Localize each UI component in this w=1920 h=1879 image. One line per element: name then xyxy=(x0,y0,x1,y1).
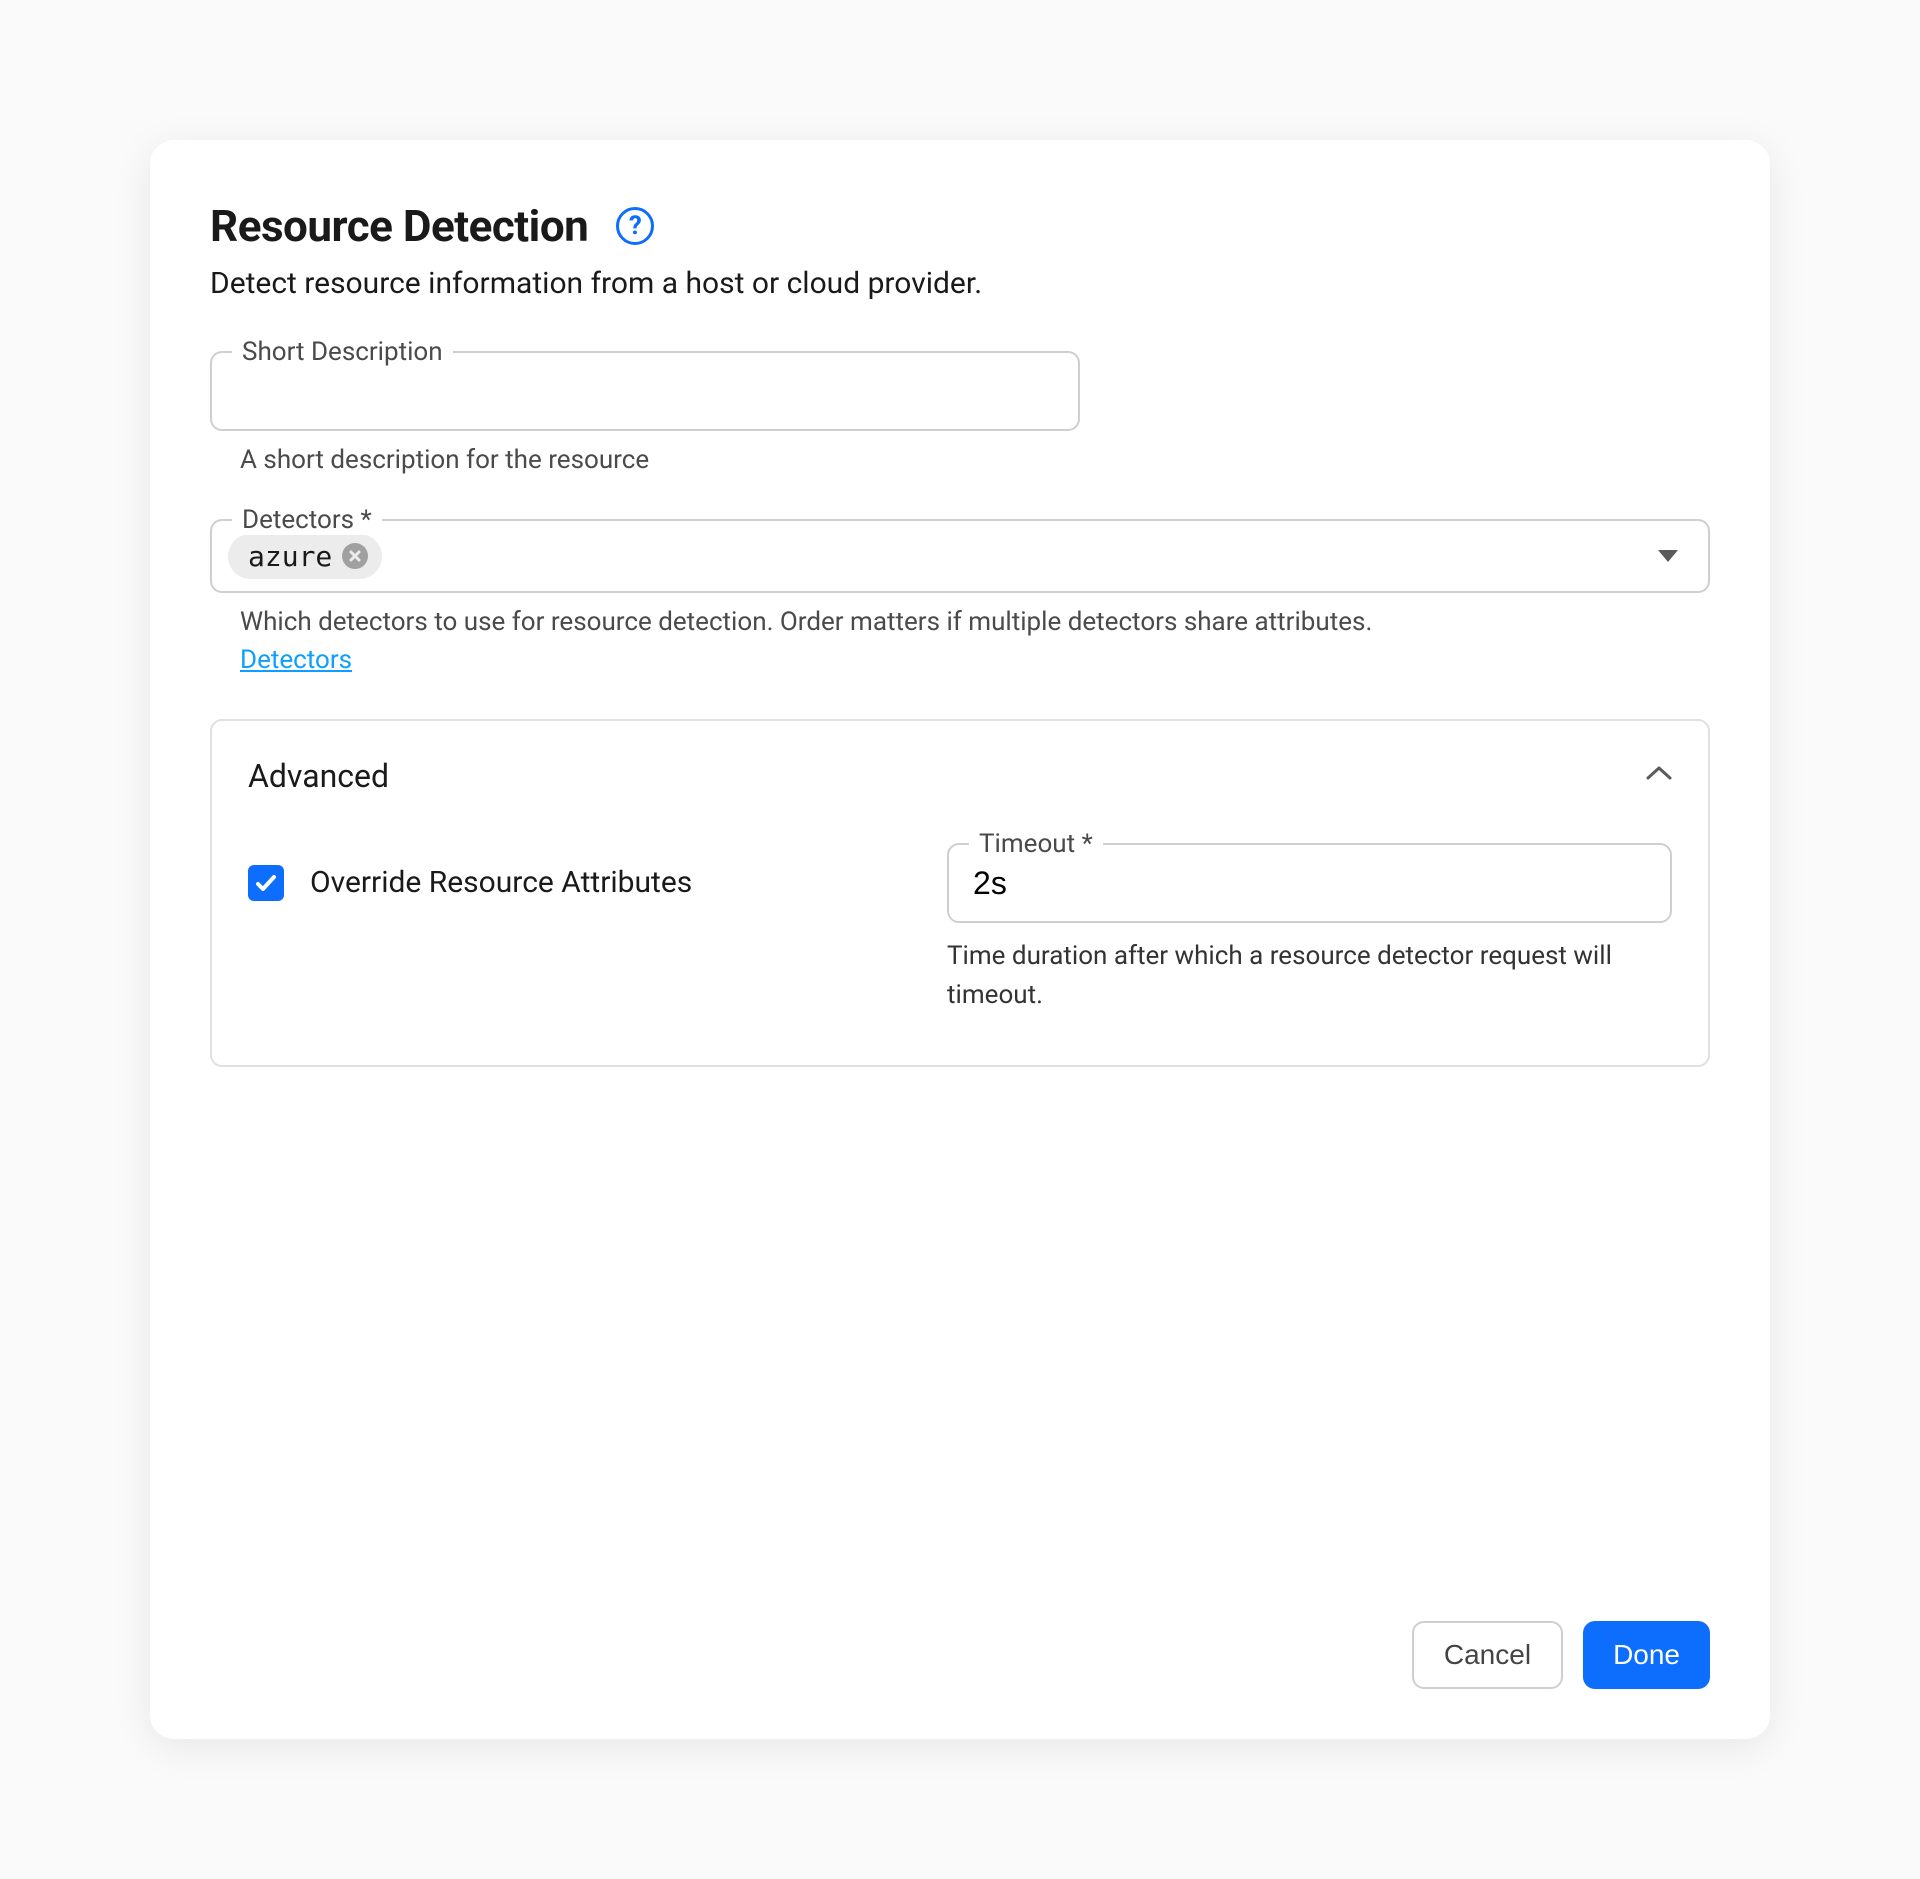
override-checkbox[interactable] xyxy=(248,865,284,901)
dialog-footer: Cancel Done xyxy=(210,1581,1710,1689)
advanced-title: Advanced xyxy=(248,757,389,795)
title-row: Resource Detection ? xyxy=(210,200,1710,252)
detectors-link[interactable]: Detectors xyxy=(240,645,352,675)
short-description-label: Short Description xyxy=(232,337,453,367)
dialog-subtitle: Detect resource information from a host … xyxy=(210,266,1710,301)
dropdown-arrow-icon[interactable] xyxy=(1658,547,1678,566)
cancel-button[interactable]: Cancel xyxy=(1412,1621,1563,1689)
detector-chip: azure xyxy=(228,534,382,579)
detectors-helper: Which detectors to use for resource dete… xyxy=(240,607,1710,637)
timeout-helper: Time duration after which a resource det… xyxy=(947,937,1672,1015)
override-checkbox-row: Override Resource Attributes xyxy=(248,843,907,1015)
done-button[interactable]: Done xyxy=(1583,1621,1710,1689)
advanced-header[interactable]: Advanced xyxy=(248,757,1672,795)
timeout-label: Timeout * xyxy=(969,829,1103,859)
detectors-label: Detectors * xyxy=(232,505,382,535)
detectors-field: Detectors * azure Which dete xyxy=(210,519,1710,675)
short-description-outline: Short Description xyxy=(210,351,1080,431)
dialog-header: Resource Detection ? Detect resource inf… xyxy=(210,200,1710,301)
chevron-up-icon[interactable] xyxy=(1646,766,1672,786)
detector-chip-label: azure xyxy=(248,540,332,573)
advanced-body: Override Resource Attributes Timeout * T… xyxy=(248,843,1672,1015)
dialog-title: Resource Detection xyxy=(210,200,588,252)
resource-detection-dialog: Resource Detection ? Detect resource inf… xyxy=(150,140,1770,1739)
timeout-field: Timeout * Time duration after which a re… xyxy=(947,843,1672,1015)
override-checkbox-label: Override Resource Attributes xyxy=(310,865,692,900)
short-description-field: Short Description A short description fo… xyxy=(210,351,1710,475)
timeout-outline: Timeout * xyxy=(947,843,1672,923)
form-body: Short Description A short description fo… xyxy=(210,351,1710,1581)
short-description-helper: A short description for the resource xyxy=(240,445,1710,475)
help-icon[interactable]: ? xyxy=(616,207,654,245)
advanced-panel: Advanced Override Resource Attributes xyxy=(210,719,1710,1067)
close-icon[interactable] xyxy=(342,543,368,569)
detectors-select[interactable]: Detectors * azure xyxy=(210,519,1710,593)
